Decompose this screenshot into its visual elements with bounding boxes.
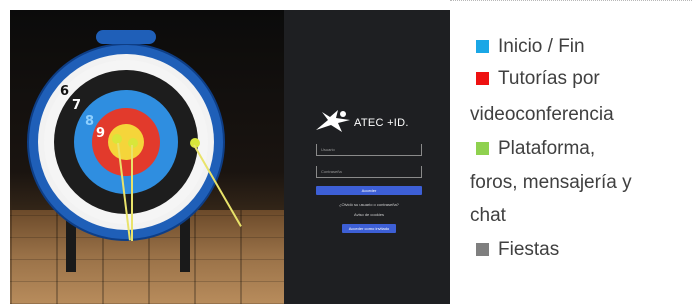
legend-swatch-red: [476, 72, 489, 85]
password-field[interactable]: Contraseña: [316, 166, 422, 178]
ring-number-7: 7: [72, 98, 82, 113]
legend-label: videoconferencia: [470, 104, 614, 125]
legend-item-plataforma-line-2: foros, mensajería y: [470, 171, 632, 195]
target-handle: [96, 30, 156, 44]
legend-item-fiestas: Fiestas: [470, 238, 559, 262]
ring-number-9: 9: [96, 126, 106, 141]
atec-logo-icon: [316, 110, 350, 132]
arrow-shaft: [131, 145, 133, 241]
guest-login-button[interactable]: Acceder como invitado: [342, 224, 396, 233]
cookies-link[interactable]: Aviso de cookies: [316, 212, 422, 217]
forgot-password-link[interactable]: ¿Olvidó su usuario o contraseña?: [316, 202, 422, 207]
legend-label: Tutorías por: [498, 68, 600, 89]
slide: 6 7 8 9 ATEC +ID. Usuario Contraseña Acc…: [0, 0, 692, 306]
legend-label: Fiestas: [498, 239, 560, 260]
legend-item-tutorias: Tutorías por: [470, 67, 600, 91]
ring-number-6: 6: [60, 84, 70, 99]
legend-swatch-gray: [476, 243, 489, 256]
username-field[interactable]: Usuario: [316, 144, 422, 156]
login-button[interactable]: Acceder: [316, 186, 422, 195]
target-stand-leg-right: [180, 210, 190, 272]
legend-item-tutorias-line-2: videoconferencia: [470, 103, 614, 127]
arrow-fletching: [128, 138, 138, 148]
legend-swatch-green: [476, 142, 489, 155]
legend-swatch-blue: [476, 40, 489, 53]
ring-number-8: 8: [85, 114, 95, 129]
legend: Inicio / Fin Tutorías por videoconferenc…: [450, 0, 692, 306]
login-screen-screenshot: ATEC +ID. Usuario Contraseña Acceder ¿Ol…: [284, 10, 450, 304]
archery-target-photo: 6 7 8 9: [10, 10, 284, 304]
logo-text: ATEC +ID.: [354, 117, 409, 129]
legend-label: foros, mensajería y: [470, 172, 632, 193]
legend-label: Inicio / Fin: [498, 36, 585, 57]
legend-label: chat: [470, 205, 506, 226]
legend-label: Plataforma,: [498, 138, 596, 159]
legend-item-plataforma: Plataforma,: [470, 137, 595, 161]
legend-item-plataforma-line-3: chat: [470, 204, 506, 228]
legend-item-inicio-fin: Inicio / Fin: [470, 35, 585, 59]
target-stand-leg-left: [66, 210, 76, 272]
